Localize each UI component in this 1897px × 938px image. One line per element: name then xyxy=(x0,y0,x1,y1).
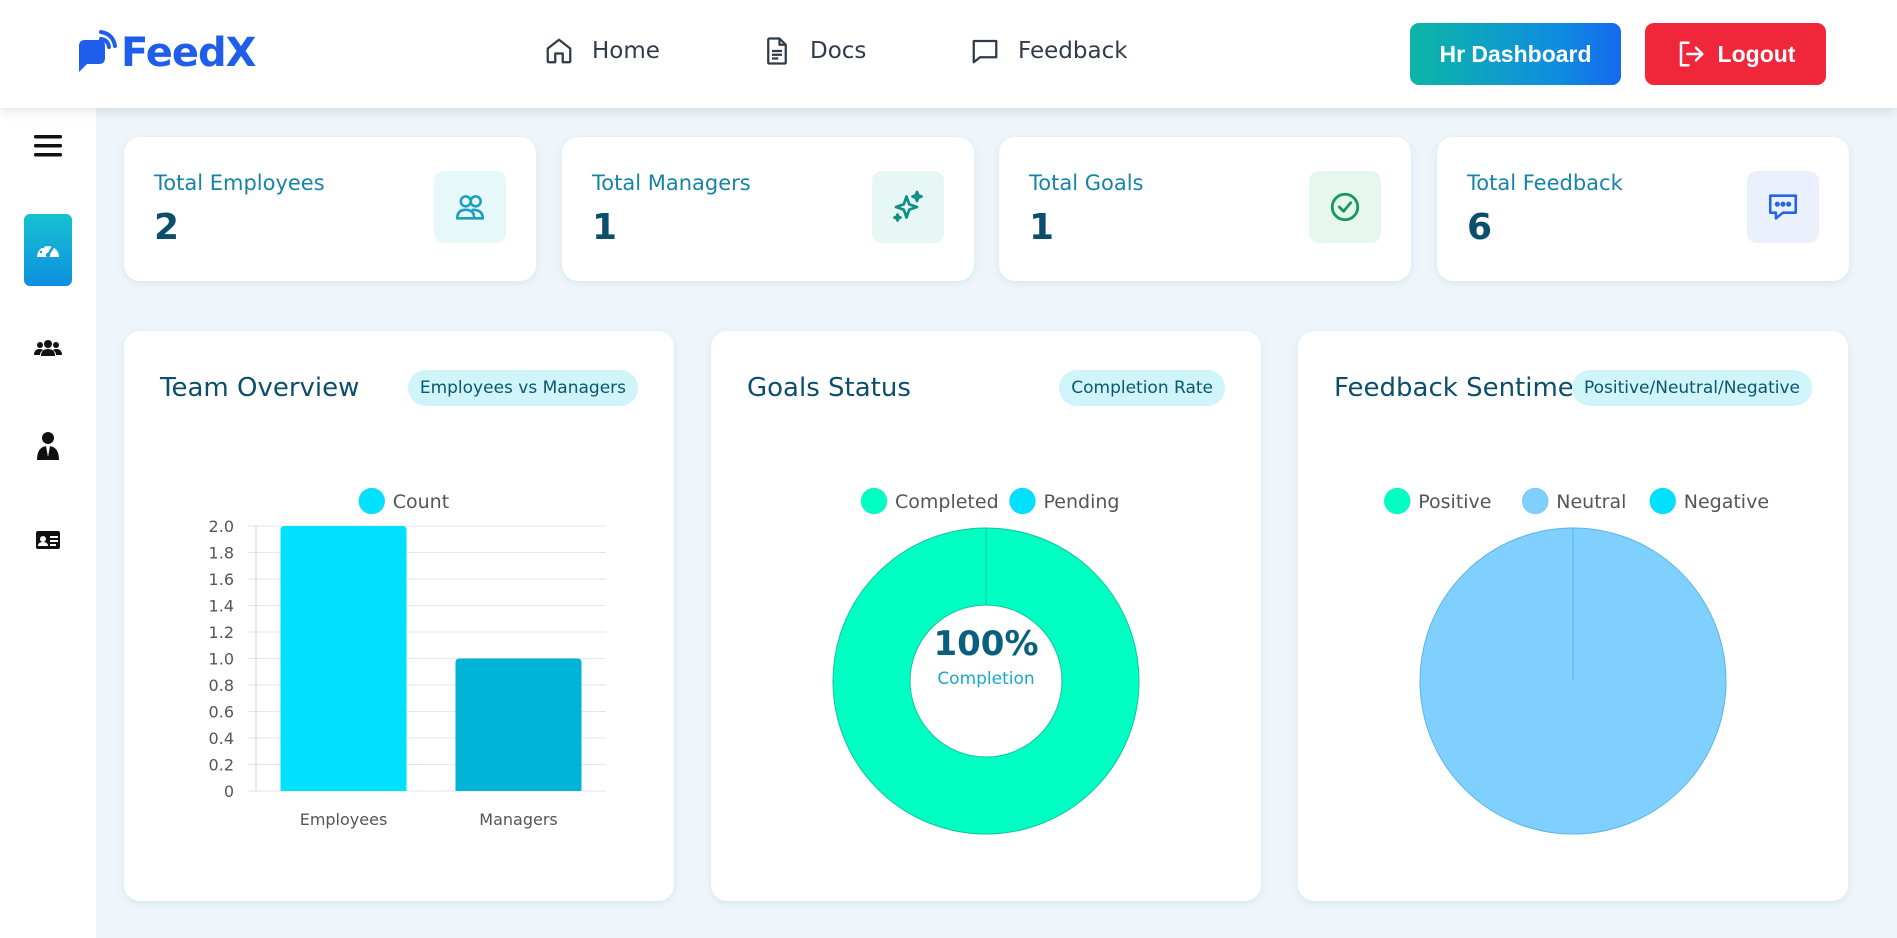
logout-icon xyxy=(1679,41,1704,67)
bar xyxy=(280,526,407,791)
legend-swatch xyxy=(358,487,386,515)
nav-feedback-label: Feedback xyxy=(1018,38,1128,64)
sidebar xyxy=(0,108,96,938)
stat-value: 1 xyxy=(592,207,618,248)
message-icon xyxy=(972,39,998,64)
goals-status-card: Goals Status Completion Rate Completed Pe… xyxy=(711,331,1261,901)
sparkles-icon xyxy=(872,171,944,243)
sidebar-item-records[interactable] xyxy=(24,516,72,564)
legend-label: Positive xyxy=(1418,491,1491,513)
sidebar-item-dashboard[interactable] xyxy=(24,214,72,286)
id-card-icon xyxy=(36,531,60,549)
stat-value: 2 xyxy=(154,207,180,248)
top-navbar: FeedX Home Docs Feedback Hr Dashboard Lo… xyxy=(0,0,1897,108)
y-tick-label: 1.2 xyxy=(209,623,234,642)
stat-card-goals: Total Goals 1 xyxy=(999,137,1411,281)
document-icon xyxy=(767,37,787,65)
legend-label: Completed xyxy=(895,491,999,513)
legend-label: Negative xyxy=(1684,491,1769,513)
bar xyxy=(455,658,582,791)
sidebar-item-managers[interactable] xyxy=(24,422,72,470)
stat-card-feedback: Total Feedback 6 xyxy=(1437,137,1849,281)
users-group-icon xyxy=(34,340,62,356)
y-tick-label: 1.4 xyxy=(209,597,234,616)
y-tick-label: 1.0 xyxy=(209,650,234,669)
nav-feedback[interactable]: Feedback xyxy=(970,36,1128,66)
y-tick-label: 0 xyxy=(224,782,234,801)
team-overview-card: Team Overview Employees vs Managers Coun… xyxy=(124,331,674,901)
legend-label: Neutral xyxy=(1556,491,1626,513)
stat-value: 1 xyxy=(1029,207,1055,248)
stat-card-employees: Total Employees 2 xyxy=(124,137,536,281)
home-icon xyxy=(546,38,572,64)
legend-label: Pending xyxy=(1044,491,1120,513)
x-tick-label: Employees xyxy=(300,810,388,829)
hr-dashboard-button[interactable]: Hr Dashboard xyxy=(1410,23,1621,85)
y-tick-label: 0.2 xyxy=(209,756,234,775)
logo[interactable]: FeedX xyxy=(75,28,256,78)
stat-label: Total Feedback xyxy=(1467,171,1623,195)
completion-label: Completion xyxy=(937,669,1034,689)
y-tick-label: 0.6 xyxy=(209,703,234,722)
stat-label: Total Managers xyxy=(592,171,751,195)
manager-icon xyxy=(37,432,59,460)
completion-percent: 100% xyxy=(933,624,1038,664)
sidebar-item-team[interactable] xyxy=(24,324,72,372)
check-circle-icon xyxy=(1309,171,1381,243)
nav-home-label: Home xyxy=(592,38,660,64)
stat-value: 6 xyxy=(1467,207,1493,248)
nav-docs-label: Docs xyxy=(810,38,867,64)
stat-label: Total Employees xyxy=(154,171,325,195)
y-tick-label: 1.6 xyxy=(209,570,234,589)
users-icon xyxy=(434,171,506,243)
y-tick-label: 2.0 xyxy=(209,517,234,536)
nav-home[interactable]: Home xyxy=(544,36,660,66)
menu-toggle-button[interactable] xyxy=(24,122,72,170)
legend-swatch xyxy=(1009,487,1036,515)
legend-swatch xyxy=(1521,487,1549,515)
dashboard-gauge-icon xyxy=(37,243,59,258)
logout-button[interactable]: Logout xyxy=(1645,23,1826,85)
chat-icon xyxy=(1747,171,1819,243)
logo-text: FeedX xyxy=(121,30,256,76)
stat-label: Total Goals xyxy=(1029,171,1144,195)
goals-donut-chart: Completed Pending 100% Completion xyxy=(832,487,1140,835)
legend-swatch xyxy=(1649,487,1677,515)
nav-docs[interactable]: Docs xyxy=(762,36,866,66)
y-tick-label: 0.4 xyxy=(209,729,234,748)
logout-label: Logout xyxy=(1717,40,1796,67)
legend-label: Count xyxy=(393,491,449,513)
y-tick-label: 0.8 xyxy=(209,676,234,695)
logo-icon xyxy=(79,30,117,72)
y-tick-label: 1.8 xyxy=(209,544,234,563)
sentiment-pie-chart: Positive Neutral Negative xyxy=(1383,487,1769,835)
legend-swatch xyxy=(1383,487,1411,515)
menu-icon xyxy=(34,135,62,157)
team-bar-chart: Count 0 0.2 0.4 0.6 0.8 1.0 1.2 1.4 1.6 1.8 2.0 Empl… xyxy=(209,487,606,829)
feedback-sentiment-card: Feedback Sentiment Positive/Neutral/Nega… xyxy=(1298,331,1848,901)
stat-card-managers: Total Managers 1 xyxy=(562,137,974,281)
legend-swatch xyxy=(860,487,888,515)
x-tick-label: Managers xyxy=(479,810,557,829)
